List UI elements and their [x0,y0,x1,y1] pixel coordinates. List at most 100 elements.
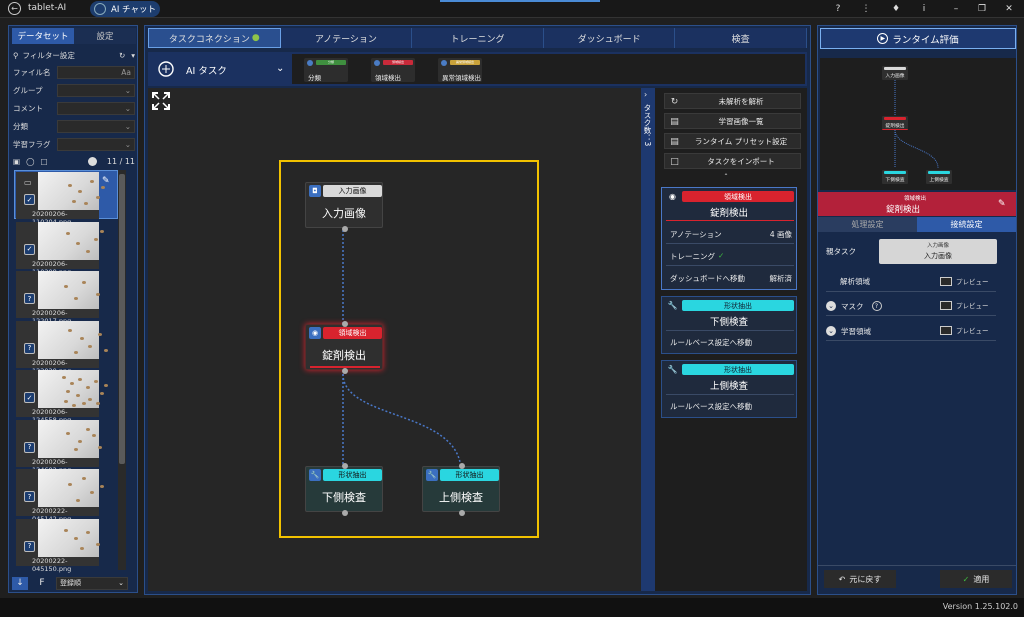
output-port[interactable] [342,226,348,232]
book-icon[interactable]: □ [41,157,88,166]
undo-button[interactable]: ↶ 元に戻す [824,570,896,588]
task-card-tablet-detection[interactable]: ◉ 領域検出 錠剤検出 アノテーション 4 画像 トレーニング ✓ ダッシュボードへ… [661,187,797,290]
thumbnail-item[interactable]: ✓20200206-110204.png✎▭ [16,172,110,226]
class-select[interactable]: ⌄ [57,119,135,133]
chevron-down-icon: ⌄ [124,103,131,113]
rulebase-link[interactable]: ルールベース設定へ移動 [670,401,752,412]
comment-input[interactable]: ⌄ [57,101,135,115]
sort-select[interactable]: 登録順 ⌄ [56,576,128,590]
input-port[interactable] [342,321,348,327]
tab-processing-settings[interactable]: 処理設定 [818,217,917,232]
task-palette-badge: 分類 [316,60,346,65]
task-node[interactable]: 🔧 形状抽出 下側検査 [305,463,383,516]
edit-icon[interactable]: ✎ [102,176,110,186]
analyze-unanalyzed-button[interactable]: ↻ 未解析を解析 [664,93,801,109]
tab-dashboard[interactable]: ダッシュボード [543,28,676,48]
filter-learning-flag[interactable]: 学習フラグ ⌄ [13,137,135,151]
task-node[interactable]: ◘ 入力画像 入力画像 [305,182,383,232]
task-palette-chip[interactable]: 領域検出 領域検出 [371,58,415,82]
learning-region-row[interactable]: ⌄ 学習領域 プレビュー [826,322,996,340]
learning-flag-select[interactable]: ⌄ [57,137,135,151]
input-port[interactable] [459,463,465,469]
input-port[interactable] [342,463,348,469]
output-port[interactable] [342,368,348,374]
ai-chat-tab[interactable]: AI チャット [90,1,160,17]
chevron-down-icon[interactable]: ⌄ [826,326,836,336]
parent-task-chip[interactable]: 入力画像 入力画像 [879,239,997,264]
card-rulebase-row[interactable]: ルールベース設定へ移動 [670,401,792,412]
thumbnail-item[interactable]: ✓20200206-124558.png [16,370,108,424]
filter-comment[interactable]: コメント ⌄ [13,101,135,115]
thumbnail-item[interactable]: ?20200206-122017.png [16,271,100,325]
tab-task-connection[interactable]: タスクコネクション ● [148,28,281,48]
mask-row[interactable]: ⌄ マスク ? プレビュー [826,297,996,315]
learning-region-preview[interactable]: プレビュー [940,325,989,335]
output-port[interactable] [342,510,348,516]
dashboard-link[interactable]: ダッシュボードへ移動 [670,273,745,284]
task-node[interactable]: 🔧 形状抽出 上側検査 [422,463,500,516]
select-all-toggle[interactable] [87,156,97,166]
runtime-preset-button[interactable]: ▤ ランタイム プリセット設定 [664,133,801,149]
chevron-down-icon[interactable]: ⌄ [276,63,284,74]
apply-button[interactable]: ✓ 適用 [940,570,1012,588]
import-task-button[interactable]: □ タスクをインポート [664,153,801,169]
clear-filter-icon[interactable]: ▾ [131,51,135,60]
sort-filter-icon[interactable]: F [34,577,50,590]
card-rulebase-row[interactable]: ルールベース設定へ移動 [670,337,792,348]
group-select[interactable]: ⌄ [57,83,135,97]
minimap[interactable]: 入力画像 錠剤検出 下側検査 上側検査 [820,58,1016,190]
task-palette-chip[interactable]: 分類 分類 [304,58,348,82]
card-dashboard-row[interactable]: ダッシュボードへ移動 解析済 [670,273,792,284]
task-palette-chip[interactable]: 異常領域検出 異常領域検出 [438,58,482,82]
more-icon[interactable]: ⋮ [860,3,872,15]
edit-icon[interactable]: ✎ [998,199,1006,209]
label-icon[interactable]: ◯ [26,157,34,166]
task-list-toggle[interactable]: › タスク数：3 [641,88,655,591]
tab-settings[interactable]: 設定 [74,28,136,44]
thumbnail-scrollbar[interactable] [118,170,126,570]
tab-connection-settings[interactable]: 接続設定 [917,217,1016,232]
thumbnail-item[interactable]: ?20200206-124602.png [16,419,102,474]
fullscreen-icon[interactable] [152,92,170,110]
task-card-upper-inspection[interactable]: 🔧 形状抽出 上側検査 ルールベース設定へ移動 [661,360,797,418]
bell-icon[interactable]: ♦ [890,3,902,15]
match-case-icon[interactable]: Aa [121,68,131,77]
chevron-up-icon[interactable]: ˆ [724,173,728,182]
image-icon [940,325,952,335]
minimap-node: 入力画像 [882,66,908,80]
close-icon[interactable]: ✕ [1003,3,1015,15]
sort-order-icon[interactable]: ↓ [12,576,28,590]
thumbnail-item[interactable]: ✓20200206-110208.png [16,221,104,276]
filter-group[interactable]: グループ ⌄ [13,83,135,97]
mask-preview[interactable]: プレビュー [940,300,989,310]
tab-inspection[interactable]: 検査 [675,28,807,48]
task-card-lower-inspection[interactable]: 🔧 形状抽出 下側検査 ルールベース設定へ移動 [661,296,797,354]
help-icon[interactable]: ? [832,3,844,15]
rulebase-link[interactable]: ルールベース設定へ移動 [670,337,752,348]
runtime-evaluation-button[interactable]: ▶ ランタイム評価 [820,28,1016,49]
thumbnail-item[interactable]: ? 20200222-045150.png [16,518,100,573]
annotation-icon[interactable]: ▣ [13,157,20,166]
analysis-region-preview[interactable]: プレビュー [940,276,989,286]
chevron-down-icon[interactable]: ⌄ [826,301,836,311]
card-annotation-row[interactable]: アノテーション 4 画像 [670,229,792,240]
task-node[interactable]: ◉ 領域検出 錠剤検出 [305,321,383,374]
back-icon[interactable]: ← [8,2,21,15]
thumbnail-item[interactable]: ?20200206-122020.png [16,320,108,375]
training-images-button[interactable]: ▤ 学習画像一覧 [664,113,801,129]
tab-dataset[interactable]: データセット [12,28,74,44]
minimize-icon[interactable]: – [950,3,962,15]
restore-icon[interactable]: ❐ [976,3,988,15]
analysis-region-row[interactable]: 解析領域 プレビュー [826,273,996,291]
tab-training[interactable]: トレーニング [412,28,544,48]
refresh-icon[interactable]: ↻ [119,51,125,60]
filename-input[interactable]: Aa [57,65,135,79]
output-port[interactable] [459,510,465,516]
info-icon[interactable]: i [918,3,930,15]
thumbnail-item[interactable]: ?20200222-045142.png [16,469,104,523]
help-icon[interactable]: ? [871,301,882,311]
card-training-row[interactable]: トレーニング ✓ [670,251,792,262]
filter-class[interactable]: 分類 ⌄ [13,119,135,133]
tab-annotation[interactable]: アノテーション [280,28,413,48]
filter-filename[interactable]: ファイル名 Aa [13,65,135,79]
